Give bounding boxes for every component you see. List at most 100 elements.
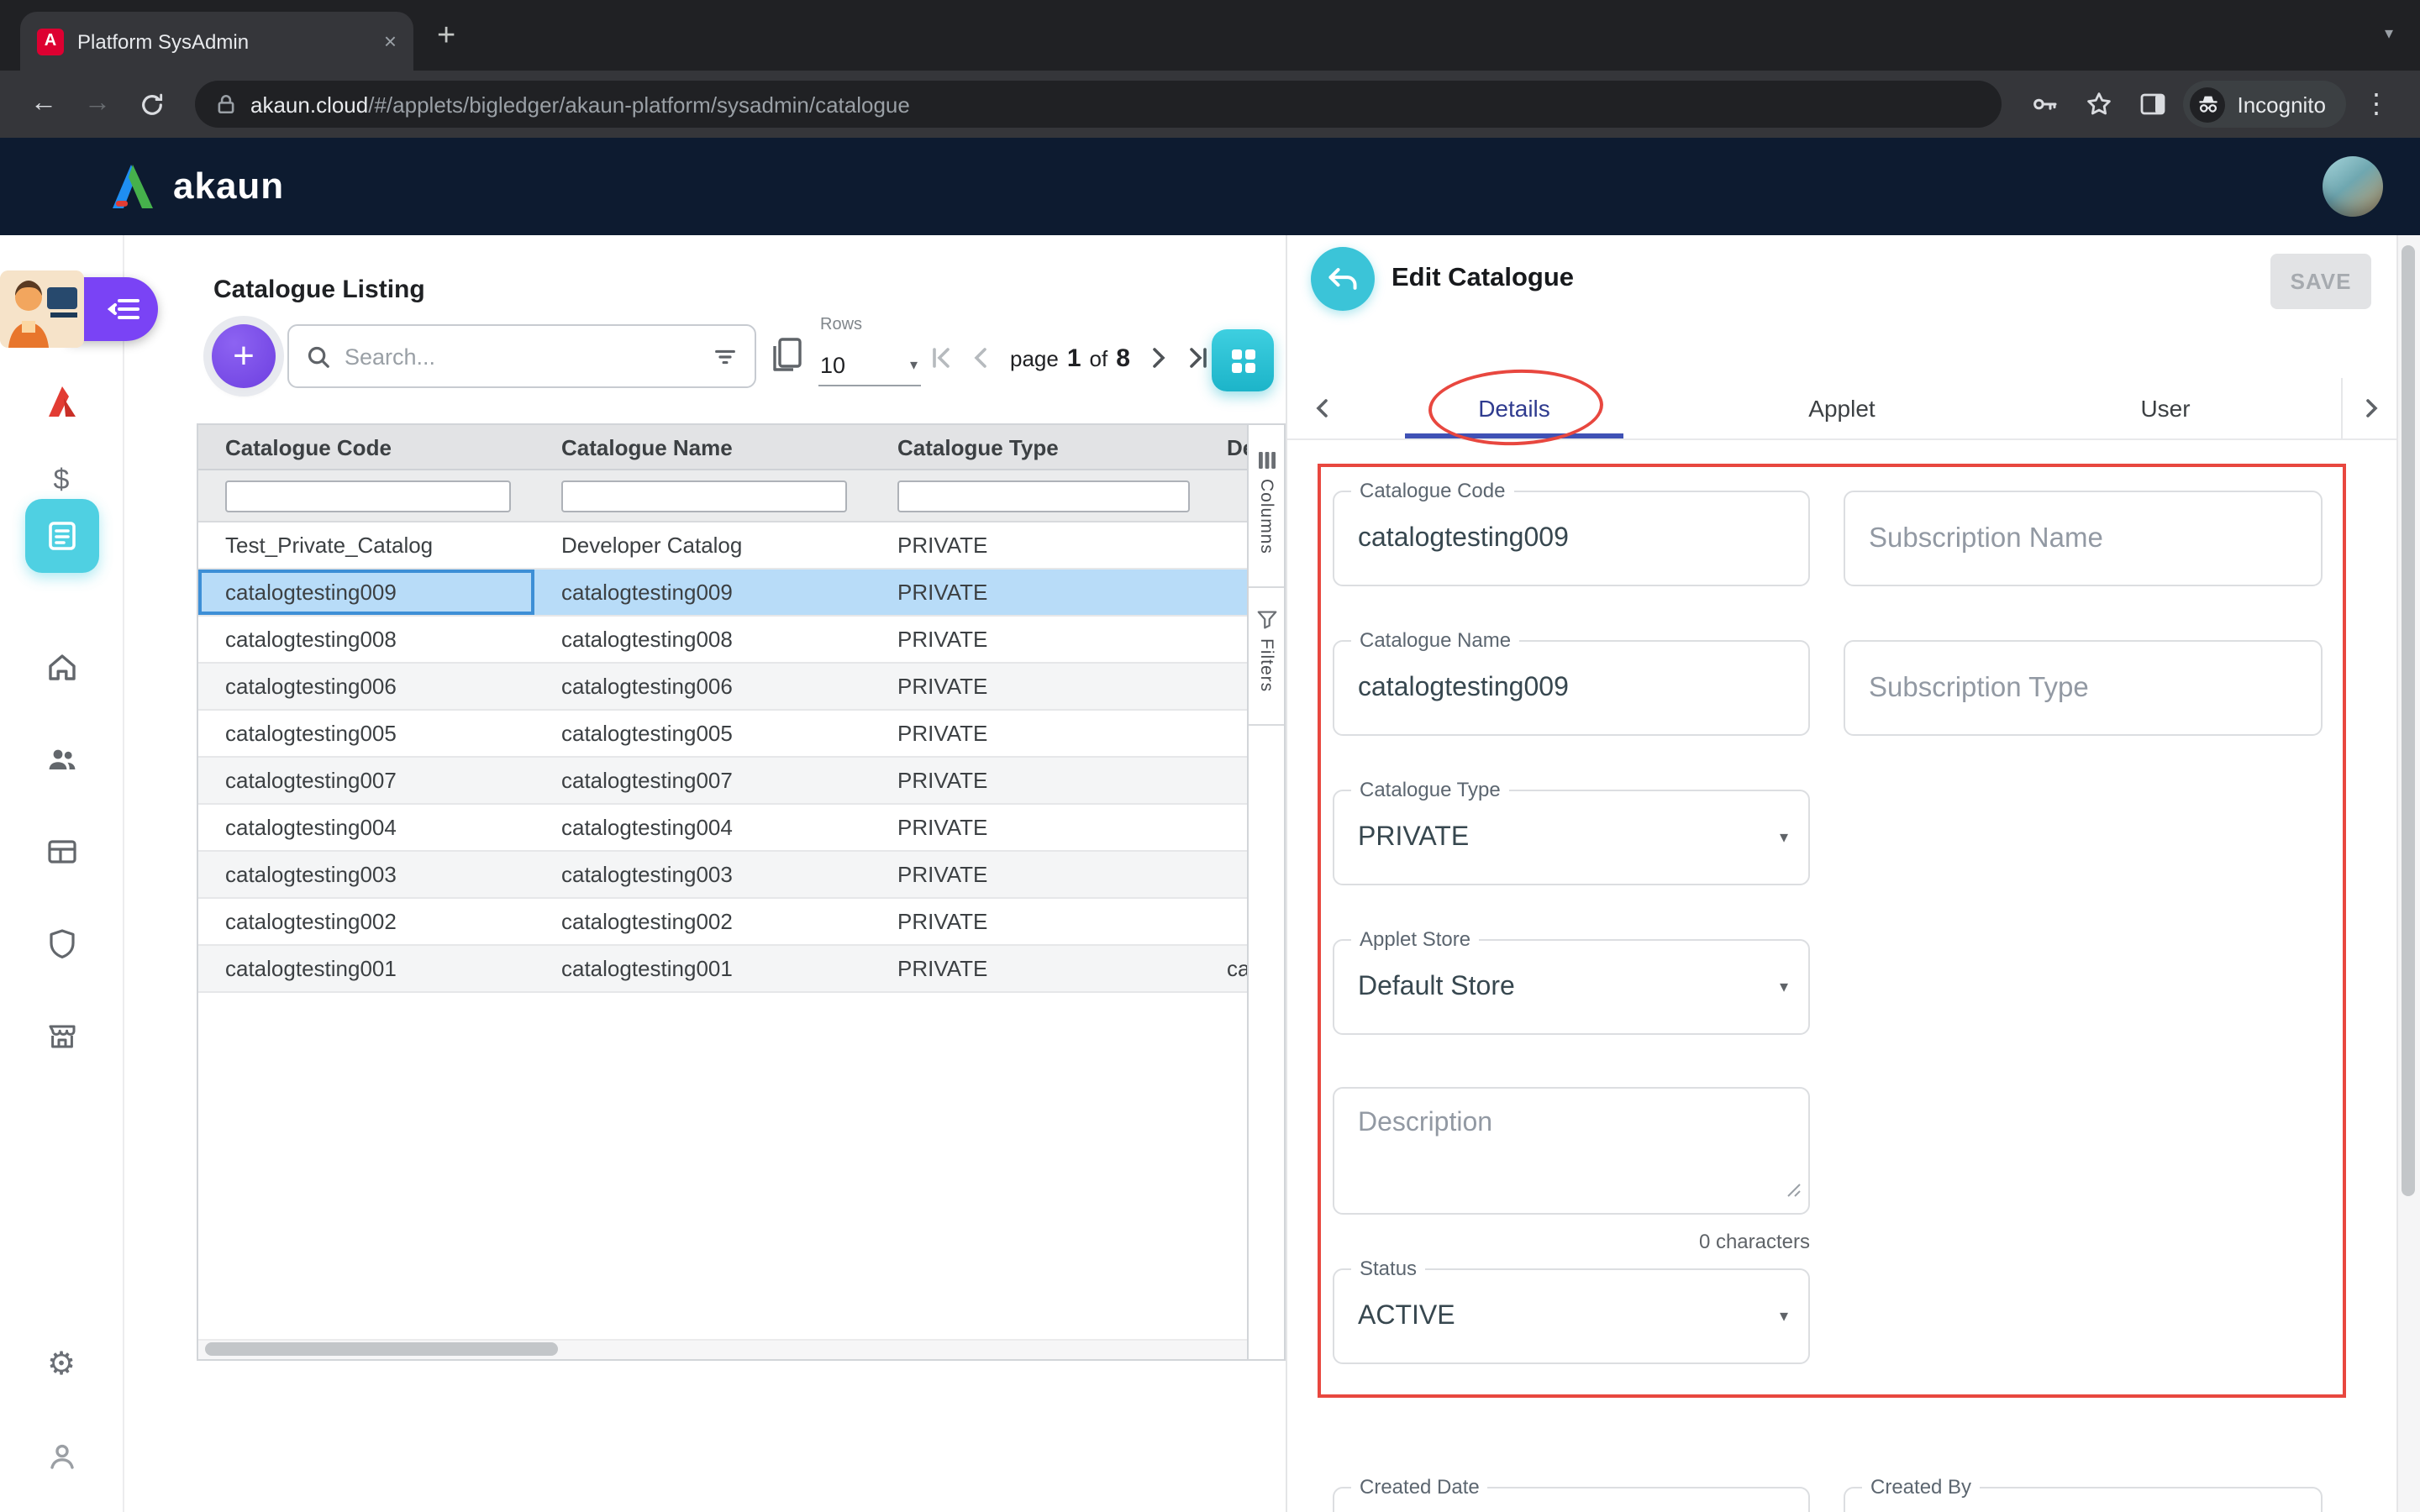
sidebar-item-settings[interactable]: ⚙ xyxy=(28,1331,95,1398)
floating-assistant-widget[interactable] xyxy=(0,270,158,348)
assistant-avatar xyxy=(0,270,84,348)
sidebar-item-catalogue-active[interactable] xyxy=(24,499,98,573)
status-label: Status xyxy=(1351,1257,1425,1280)
search-input[interactable] xyxy=(345,344,699,369)
sidebar-item-applet-red[interactable] xyxy=(28,368,95,435)
incognito-badge[interactable]: Incognito xyxy=(2183,81,2346,128)
cell-type: PRIVATE xyxy=(871,758,1213,803)
prev-page-icon[interactable] xyxy=(970,346,993,370)
cell-type: PRIVATE xyxy=(871,946,1213,991)
created-by-label: Created By xyxy=(1862,1475,1980,1499)
dollar-icon: $ xyxy=(54,464,70,497)
filter-name-input[interactable] xyxy=(561,480,847,512)
sidebar-item-profile[interactable] xyxy=(28,1423,95,1490)
back-button[interactable] xyxy=(1311,247,1375,311)
search-box xyxy=(287,324,756,388)
brand-logo: akaun xyxy=(108,165,284,208)
subscription-type-field[interactable]: Subscription Type xyxy=(1844,640,2323,736)
horizontal-scrollbar-track[interactable] xyxy=(198,1339,1247,1359)
catalogue-table: Catalogue Code Catalogue Name Catalogue … xyxy=(197,423,1286,1361)
header-catalogue-code[interactable]: Catalogue Code xyxy=(198,434,534,459)
browser-tab[interactable]: A Platform SysAdmin × xyxy=(20,12,413,71)
address-bar[interactable]: akaun.cloud/#/applets/bigledger/akaun-pl… xyxy=(195,81,2002,128)
key-icon[interactable] xyxy=(2022,81,2069,128)
applet-store-select[interactable]: Applet Store Default Store ▾ xyxy=(1333,939,1810,1035)
new-tab-button[interactable]: + xyxy=(437,20,455,52)
cell-name: catalogtesting008 xyxy=(534,617,871,662)
grid-view-button[interactable] xyxy=(1212,329,1274,391)
table-row[interactable]: catalogtesting002 catalogtesting002 PRIV… xyxy=(198,899,1284,946)
header-catalogue-type[interactable]: Catalogue Type xyxy=(871,434,1213,459)
applet-store-value: Default Store xyxy=(1358,972,1515,1002)
sidebar-item-store[interactable] xyxy=(28,1003,95,1070)
filter-lines-icon[interactable] xyxy=(713,344,738,369)
header-catalogue-name[interactable]: Catalogue Name xyxy=(534,434,871,459)
tabs-scroll-left-icon[interactable] xyxy=(1301,378,1344,438)
table-row[interactable]: catalogtesting003 catalogtesting003 PRIV… xyxy=(198,852,1284,899)
horizontal-scrollbar-thumb[interactable] xyxy=(205,1342,558,1356)
catalogue-name-field[interactable]: Catalogue Name catalogtesting009 xyxy=(1333,640,1810,736)
rows-per-page-select[interactable]: Rows 10 ▾ xyxy=(818,316,921,386)
cell-type: PRIVATE xyxy=(871,852,1213,897)
browser-menu-icon[interactable]: ⋮ xyxy=(2353,81,2400,128)
sidebar-item-home[interactable] xyxy=(28,633,95,701)
user-avatar[interactable] xyxy=(2323,156,2383,217)
table-row[interactable]: catalogtesting005 catalogtesting005 PRIV… xyxy=(198,711,1284,758)
filter-type-input[interactable] xyxy=(897,480,1190,512)
side-panel-icon[interactable] xyxy=(2129,81,2176,128)
created-by-field[interactable]: Created By xyxy=(1844,1487,2323,1512)
cell-code: catalogtesting008 xyxy=(198,617,534,662)
created-date-field[interactable]: Created Date xyxy=(1333,1487,1810,1512)
cards-icon xyxy=(45,835,78,869)
tab-search-chevron-icon[interactable]: ▾ xyxy=(2385,25,2393,44)
bookmark-star-icon[interactable] xyxy=(2075,81,2123,128)
table-row[interactable]: Test_Private_Catalog Developer Catalog P… xyxy=(198,522,1284,570)
cell-name: catalogtesting001 xyxy=(534,946,871,991)
app-header: akaun xyxy=(0,138,2420,235)
cell-name: catalogtesting004 xyxy=(534,805,871,850)
catalogue-type-select[interactable]: Catalogue Type PRIVATE ▾ xyxy=(1333,790,1810,885)
catalogue-list-icon xyxy=(45,519,78,553)
sidebar-item-security[interactable] xyxy=(28,911,95,978)
screen: A Platform SysAdmin × + ▾ ← → akaun.clou… xyxy=(0,0,2420,1512)
sidebar-item-cards[interactable] xyxy=(28,818,95,885)
back-nav-icon[interactable]: ← xyxy=(20,81,67,128)
first-page-icon[interactable] xyxy=(929,346,953,370)
forward-nav-icon[interactable]: → xyxy=(74,81,121,128)
tabs-scroll-right-icon[interactable] xyxy=(2341,378,2396,438)
chevron-down-icon: ▾ xyxy=(1780,1307,1788,1326)
tab-close-icon[interactable]: × xyxy=(384,30,397,52)
resize-handle-icon[interactable] xyxy=(1786,1176,1802,1206)
save-button[interactable]: SAVE xyxy=(2270,254,2371,309)
gear-icon: ⚙ xyxy=(47,1345,76,1383)
table-row[interactable]: catalogtesting004 catalogtesting004 PRIV… xyxy=(198,805,1284,852)
reload-icon[interactable] xyxy=(128,81,175,128)
table-row-selected[interactable]: catalogtesting009 catalogtesting009 PRIV… xyxy=(198,570,1284,617)
last-page-icon[interactable] xyxy=(1187,346,1211,370)
vertical-scrollbar-thumb[interactable] xyxy=(2402,245,2415,1196)
next-page-icon[interactable] xyxy=(1147,346,1171,370)
table-row[interactable]: catalogtesting007 catalogtesting007 PRIV… xyxy=(198,758,1284,805)
table-row[interactable]: catalogtesting001 catalogtesting001 PRIV… xyxy=(198,946,1284,993)
character-counter: 0 characters xyxy=(1333,1230,1810,1253)
cell-type: PRIVATE xyxy=(871,617,1213,662)
cell-name: Developer Catalog xyxy=(534,522,871,568)
status-select[interactable]: Status ACTIVE ▾ xyxy=(1333,1268,1810,1364)
sidebar-item-users[interactable] xyxy=(28,726,95,793)
filters-side-tab[interactable]: Filters xyxy=(1249,598,1284,692)
table-row[interactable]: catalogtesting006 catalogtesting006 PRIV… xyxy=(198,664,1284,711)
columns-side-tab[interactable]: Columns xyxy=(1249,438,1284,554)
tab-applet[interactable]: Applet xyxy=(1716,378,1968,438)
lock-icon xyxy=(215,92,237,116)
cell-type: PRIVATE xyxy=(871,899,1213,944)
catalogue-code-field[interactable]: Catalogue Code catalogtesting009 xyxy=(1333,491,1810,586)
add-catalogue-button[interactable]: + xyxy=(212,324,276,388)
cell-name: catalogtesting002 xyxy=(534,899,871,944)
table-row[interactable]: catalogtesting008 catalogtesting008 PRIV… xyxy=(198,617,1284,664)
filter-code-input[interactable] xyxy=(225,480,511,512)
subscription-name-field[interactable]: Subscription Name xyxy=(1844,491,2323,586)
rows-label: Rows xyxy=(820,316,862,334)
description-textarea[interactable]: Description xyxy=(1333,1087,1810,1215)
tab-user[interactable]: User xyxy=(2044,378,2287,438)
duplicate-pages-icon[interactable] xyxy=(766,334,807,386)
